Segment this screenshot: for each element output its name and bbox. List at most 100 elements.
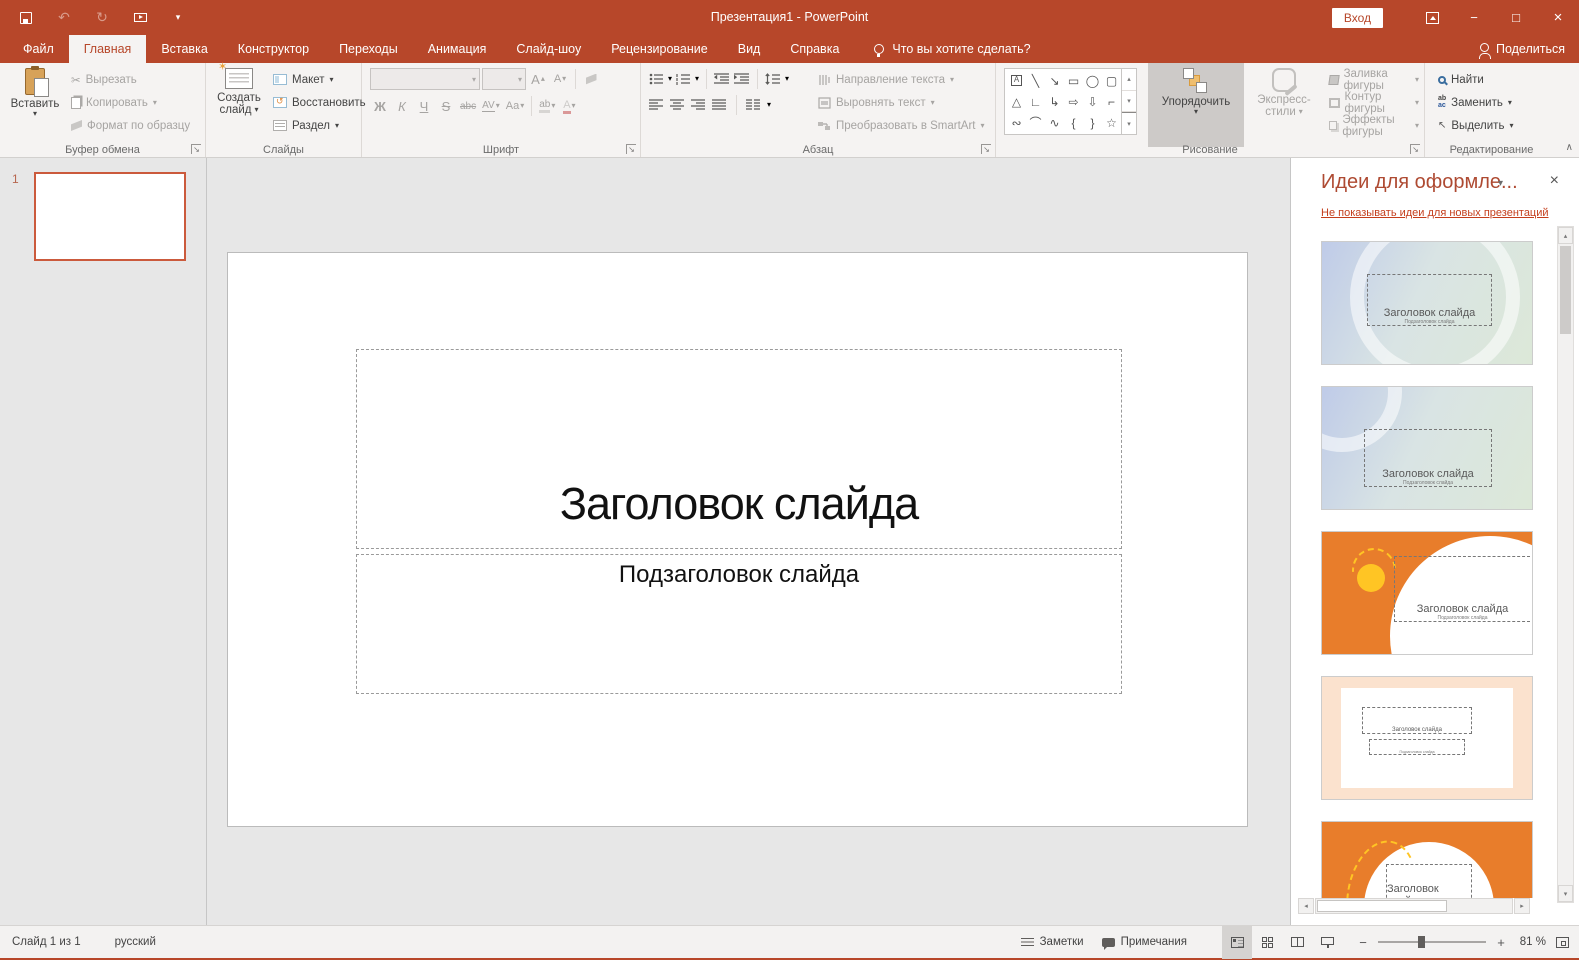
shapes-more-icon[interactable]: ▾: [1122, 112, 1136, 134]
copy-button[interactable]: Копировать ▾: [66, 91, 195, 114]
drawing-dialog-launcher-icon[interactable]: ↘: [1410, 144, 1420, 154]
zoom-slider[interactable]: [1378, 941, 1486, 943]
select-button[interactable]: ↖ Выделить▾: [1433, 114, 1518, 137]
shape-snip-corner-icon[interactable]: ⌐: [1102, 91, 1121, 112]
scroll-right-icon[interactable]: ▸: [1514, 898, 1530, 914]
tab-view[interactable]: Вид: [723, 35, 776, 63]
ideas-vertical-scrollbar[interactable]: ▴ ▾: [1557, 226, 1574, 903]
tab-insert[interactable]: Вставка: [146, 35, 222, 63]
slide-editor[interactable]: Заголовок слайда Подзаголовок слайда: [227, 252, 1248, 827]
tab-slideshow[interactable]: Слайд-шоу: [501, 35, 596, 63]
clear-formatting-button[interactable]: [581, 68, 601, 90]
shrink-font-button[interactable]: А▾: [550, 68, 570, 90]
grow-font-button[interactable]: А▴: [528, 68, 548, 90]
design-idea-thumbnail-2[interactable]: Заголовок слайда Подзаголовок слайда: [1321, 386, 1533, 510]
new-slide-button[interactable]: Создать слайд▾: [212, 63, 266, 147]
bold-button[interactable]: Ж: [370, 95, 390, 117]
increase-indent-icon[interactable]: [734, 73, 750, 85]
shapes-scroll-up-icon[interactable]: ▴: [1122, 69, 1136, 91]
tab-home[interactable]: Главная: [69, 35, 147, 63]
shape-right-brace-icon[interactable]: }: [1083, 112, 1102, 133]
shape-arrow-icon[interactable]: ↘: [1045, 70, 1064, 91]
shape-elbow-arrow-icon[interactable]: ↳: [1045, 91, 1064, 112]
title-placeholder[interactable]: Заголовок слайда: [356, 349, 1122, 549]
shape-curve-icon[interactable]: ∿: [1045, 112, 1064, 133]
tab-help[interactable]: Справка: [775, 35, 854, 63]
reset-button[interactable]: Восстановить: [268, 91, 371, 114]
slide-thumbnail-1[interactable]: [34, 172, 186, 261]
cut-button[interactable]: ✂ Вырезать: [66, 68, 195, 91]
replace-button[interactable]: abac Заменить▾: [1433, 91, 1518, 114]
shapes-scroll-down-icon[interactable]: ▾: [1122, 91, 1136, 113]
text-shadow-button[interactable]: abc: [458, 95, 478, 117]
design-idea-thumbnail-1[interactable]: Заголовок слайда Подзаголовок слайда: [1321, 241, 1533, 365]
shape-triangle-icon[interactable]: △: [1007, 91, 1026, 112]
scroll-down-icon[interactable]: ▾: [1558, 885, 1573, 902]
shape-outline-button[interactable]: Контур фигуры▾: [1324, 91, 1424, 114]
shape-fill-button[interactable]: Заливка фигуры▾: [1324, 68, 1424, 91]
character-spacing-button[interactable]: AV▾: [480, 95, 502, 117]
shape-textbox-icon[interactable]: A: [1007, 70, 1026, 91]
layout-button[interactable]: Макет▾: [268, 68, 371, 91]
dismiss-ideas-link[interactable]: Не показывать идеи для новых презентаций: [1321, 207, 1549, 219]
close-button[interactable]: ×: [1537, 0, 1579, 35]
paragraph-dialog-launcher-icon[interactable]: ↘: [981, 144, 991, 154]
tell-me-search[interactable]: Что вы хотите сделать?: [874, 35, 1030, 63]
normal-view-button[interactable]: [1222, 926, 1252, 959]
strikethrough-button[interactable]: S: [436, 95, 456, 117]
shape-down-arrow-icon[interactable]: ⇩: [1083, 91, 1102, 112]
zoom-out-icon[interactable]: −: [1356, 935, 1370, 950]
convert-to-smartart-button[interactable]: Преобразовать в SmartArt▾: [813, 114, 990, 137]
align-text-button[interactable]: Выровнять текст▾: [813, 91, 990, 114]
minimize-button[interactable]: −: [1453, 0, 1495, 35]
section-button[interactable]: Раздел▾: [268, 114, 371, 137]
vertical-scroll-thumb[interactable]: [1560, 246, 1571, 334]
quick-styles-button[interactable]: Экспресс- стили▾: [1250, 63, 1318, 147]
bullets-icon[interactable]: [649, 73, 664, 85]
shape-elbow-icon[interactable]: ∟: [1026, 91, 1045, 112]
horizontal-scroll-thumb[interactable]: [1317, 900, 1447, 912]
design-idea-thumbnail-5[interactable]: Заголовок слайда: [1321, 821, 1533, 898]
slide-sorter-view-button[interactable]: [1252, 926, 1282, 959]
sign-in-button[interactable]: Вход: [1332, 8, 1383, 28]
shape-scribble-icon[interactable]: ∾: [1007, 112, 1026, 133]
tab-review[interactable]: Рецензирование: [596, 35, 723, 63]
language-indicator[interactable]: русский: [115, 936, 156, 948]
font-color-button[interactable]: А▾: [559, 95, 579, 117]
tab-file[interactable]: Файл: [8, 35, 69, 63]
maximize-button[interactable]: □: [1495, 0, 1537, 35]
zoom-slider-thumb[interactable]: [1418, 936, 1425, 948]
tab-animations[interactable]: Анимация: [413, 35, 502, 63]
format-painter-button[interactable]: Формат по образцу: [66, 114, 195, 137]
shape-right-arrow-icon[interactable]: ⇨: [1064, 91, 1083, 112]
notes-button[interactable]: Заметки: [1012, 926, 1093, 959]
design-ideas-close-icon[interactable]: ×: [1550, 172, 1559, 190]
paste-button[interactable]: Вставить ▾: [8, 63, 62, 147]
tab-design[interactable]: Конструктор: [223, 35, 324, 63]
zoom-level[interactable]: 81 %: [1508, 936, 1546, 948]
collapse-ribbon-icon[interactable]: ∧: [1566, 142, 1573, 153]
shape-rectangle-icon[interactable]: ▭: [1064, 70, 1083, 91]
decrease-indent-icon[interactable]: [714, 73, 730, 85]
change-case-button[interactable]: Aa▾: [504, 95, 526, 117]
justify-icon[interactable]: [712, 99, 727, 111]
shape-arc-icon[interactable]: ⌒: [1026, 112, 1045, 133]
shape-rounded-rectangle-icon[interactable]: ▢: [1102, 70, 1121, 91]
ideas-horizontal-scrollbar[interactable]: ◂ ▸: [1298, 897, 1530, 914]
font-name-combo[interactable]: ▾: [370, 68, 480, 90]
slideshow-view-button[interactable]: [1312, 926, 1342, 959]
clipboard-dialog-launcher-icon[interactable]: ↘: [191, 144, 201, 154]
design-ideas-menu-icon[interactable]: ▾: [1498, 178, 1503, 189]
share-button[interactable]: Поделиться: [1480, 35, 1579, 63]
numbering-icon[interactable]: [676, 73, 691, 85]
arrange-button[interactable]: Упорядочить ▾: [1148, 63, 1244, 147]
font-dialog-launcher-icon[interactable]: ↘: [626, 144, 636, 154]
shape-oval-icon[interactable]: ◯: [1083, 70, 1102, 91]
shape-left-brace-icon[interactable]: {: [1064, 112, 1083, 133]
find-button[interactable]: Найти: [1433, 68, 1518, 91]
horizontal-scroll-track[interactable]: [1315, 898, 1513, 914]
zoom-in-icon[interactable]: +: [1494, 935, 1508, 950]
align-left-icon[interactable]: [649, 99, 664, 111]
design-idea-thumbnail-4[interactable]: Заголовок слайда Подзаголовок слайда: [1321, 676, 1533, 800]
font-size-combo[interactable]: ▾: [482, 68, 526, 90]
